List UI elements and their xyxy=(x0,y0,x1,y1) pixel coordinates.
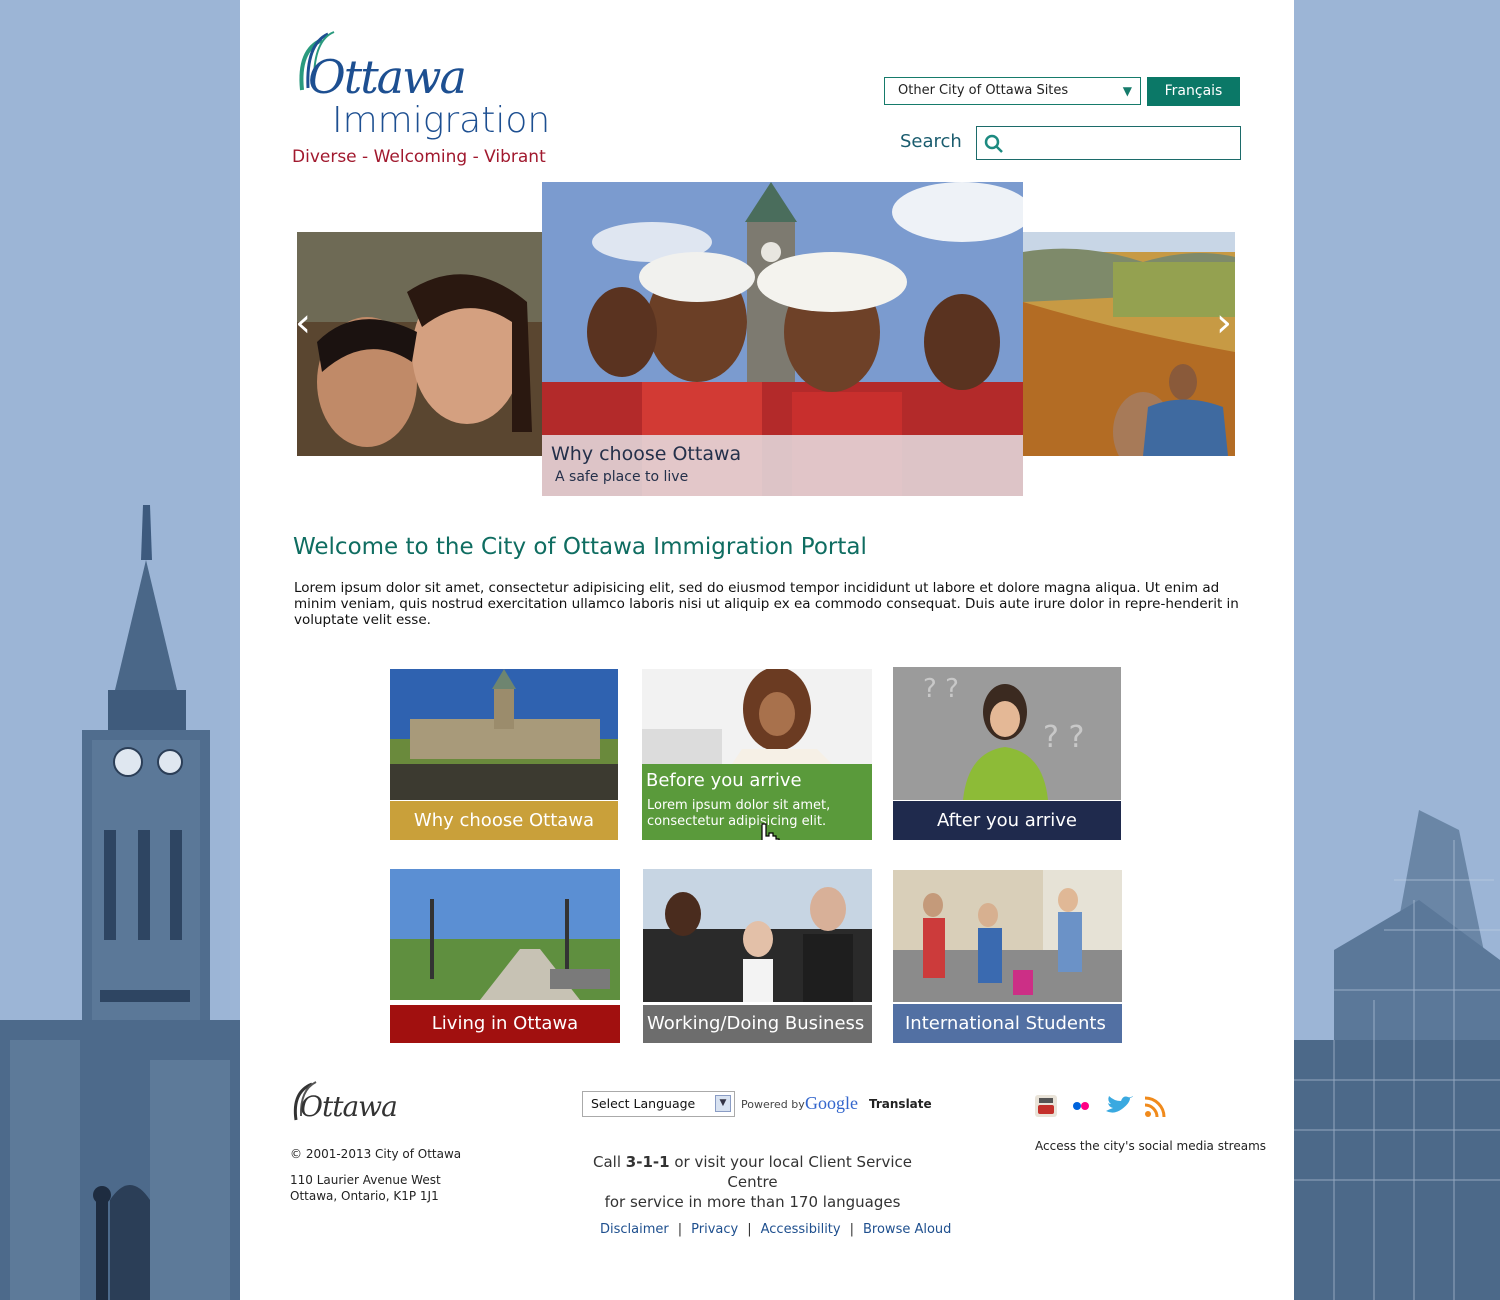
welcome-title: Welcome to the City of Ottawa Immigratio… xyxy=(293,534,867,560)
logo-tagline: Diverse - Welcoming - Vibrant xyxy=(292,147,546,167)
language-select[interactable]: Select Language ▼ xyxy=(582,1091,735,1117)
search-icon xyxy=(984,134,1003,153)
svg-text:? ?: ? ? xyxy=(1043,720,1084,755)
tile-label: Before you arrive xyxy=(646,770,802,791)
carousel-caption-title: Why choose Ottawa xyxy=(551,443,742,465)
link-separator: | xyxy=(677,1222,683,1237)
carousel-next-arrow[interactable]: › xyxy=(1216,300,1232,346)
footer-address-line2: Ottawa, Ontario, K1P 1J1 xyxy=(290,1189,439,1203)
tile-why-choose-ottawa[interactable]: Why choose Ottawa xyxy=(390,669,618,840)
footer-link-accessibility[interactable]: Accessibility xyxy=(761,1222,841,1237)
powered-by-label: Powered by xyxy=(741,1098,805,1111)
other-sites-label: Other City of Ottawa Sites xyxy=(898,83,1069,98)
call-number: 3-1-1 xyxy=(625,1153,670,1171)
carousel-caption: Why choose Ottawa A safe place to live xyxy=(542,435,1023,496)
tile-label: After you arrive xyxy=(893,801,1121,840)
carousel-slide-left[interactable] xyxy=(297,232,542,456)
logo-subtitle: Immigration xyxy=(332,100,551,141)
tile-label: International Students xyxy=(893,1004,1122,1043)
twitter-icon[interactable] xyxy=(1104,1095,1134,1117)
tile-international-students[interactable]: International Students xyxy=(893,870,1122,1043)
youtube-icon[interactable] xyxy=(1035,1095,1057,1117)
tile-living-in-ottawa[interactable]: Living in Ottawa xyxy=(390,869,620,1043)
link-separator: | xyxy=(747,1222,752,1237)
footer-logo[interactable]: Ottawa xyxy=(290,1080,410,1128)
logo-word: Ottawa xyxy=(308,50,467,104)
language-select-label: Select Language xyxy=(591,1096,696,1111)
footer-address-line1: 110 Laurier Avenue West xyxy=(290,1173,441,1187)
tile-label: Why choose Ottawa xyxy=(390,801,618,840)
background-right-national-gallery xyxy=(1294,0,1500,1300)
tile-after-you-arrive[interactable]: ? ? ? ? After you arrive xyxy=(893,667,1121,840)
footer-logo-word: Ottawa xyxy=(300,1090,398,1123)
footer-links: Disclaimer | Privacy | Accessibility | Browse … xyxy=(600,1222,951,1237)
google-logo: Google xyxy=(805,1093,858,1113)
other-sites-dropdown[interactable]: Other City of Ottawa Sites ▼ xyxy=(884,77,1141,105)
svg-text:? ?: ? ? xyxy=(923,674,959,704)
tile-label: Working/Doing Business xyxy=(643,1005,872,1043)
search-label: Search xyxy=(900,131,962,152)
translate-label: Translate xyxy=(869,1097,932,1111)
welcome-text: Lorem ipsum dolor sit amet, consectetur … xyxy=(294,580,1239,628)
footer-link-browse-aloud[interactable]: Browse Aloud xyxy=(863,1222,951,1237)
call-post: or visit your local Client Service Centr… xyxy=(674,1153,912,1191)
call-line2: for service in more than 170 languages xyxy=(604,1193,901,1211)
hand-cursor-icon xyxy=(761,823,780,840)
carousel-prev-arrow[interactable]: ‹ xyxy=(295,300,311,346)
footer-link-disclaimer[interactable]: Disclaimer xyxy=(600,1222,669,1237)
carousel-caption-subtitle: A safe place to live xyxy=(555,469,689,485)
carousel-slide-active[interactable]: Why choose Ottawa A safe place to live xyxy=(542,182,1023,496)
tile-working-doing-business[interactable]: Working/Doing Business xyxy=(643,869,872,1043)
flickr-icon[interactable] xyxy=(1070,1095,1092,1117)
call-pre: Call xyxy=(593,1153,622,1171)
dropdown-arrow-icon: ▼ xyxy=(715,1095,731,1112)
site-logo[interactable]: Ottawa Immigration Diverse - Welcoming -… xyxy=(292,30,562,170)
call-info: Call 3-1-1 or visit your local Client Se… xyxy=(570,1152,935,1212)
search-input[interactable] xyxy=(976,126,1241,160)
carousel-slide-right[interactable] xyxy=(1023,232,1235,456)
tile-label: Living in Ottawa xyxy=(390,1005,620,1043)
footer-link-privacy[interactable]: Privacy xyxy=(691,1222,738,1237)
language-toggle-button[interactable]: Français xyxy=(1147,77,1240,106)
dropdown-arrow-icon: ▼ xyxy=(1122,84,1132,98)
footer-copyright: © 2001-2013 City of Ottawa xyxy=(290,1147,462,1161)
background-left-peace-tower xyxy=(0,0,240,1300)
social-caption: Access the city's social media streams xyxy=(1035,1139,1267,1153)
rss-icon[interactable] xyxy=(1144,1096,1166,1118)
page-container: Ottawa Immigration Diverse - Welcoming -… xyxy=(240,0,1294,1300)
tile-before-you-arrive[interactable]: Before you arrive Lorem ipsum dolor sit … xyxy=(642,669,872,840)
link-separator: | xyxy=(849,1222,854,1237)
call-line1: Call 3-1-1 or visit your local Client Se… xyxy=(570,1152,935,1192)
